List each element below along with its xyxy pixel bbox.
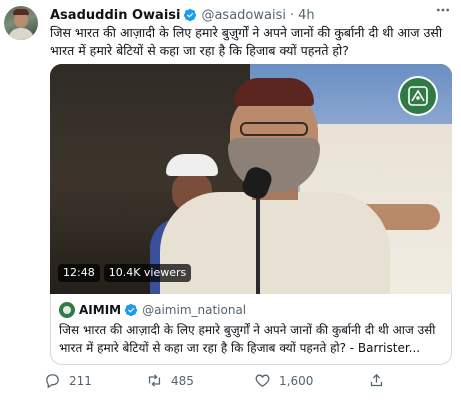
video-duration: 12:48 xyxy=(58,264,100,282)
share-icon xyxy=(370,373,383,387)
avatar-cap xyxy=(13,9,29,15)
separator-dot: · xyxy=(289,7,295,23)
tweet-card[interactable]: Asaduddin Owaisi @asadowaisi · 4h जिस भा… xyxy=(0,0,461,400)
like-count: 1,600 xyxy=(279,373,314,388)
more-options-icon[interactable] xyxy=(435,2,451,22)
reply-icon xyxy=(46,374,59,389)
quoted-avatar[interactable] xyxy=(59,302,75,318)
retweet-button[interactable]: 485 xyxy=(146,372,194,389)
video-player[interactable]: 12:48 10.4K viewers xyxy=(50,64,452,294)
verified-badge-icon xyxy=(184,8,197,22)
display-name[interactable]: Asaduddin Owaisi xyxy=(50,8,180,23)
reply-button[interactable]: 211 xyxy=(44,372,92,389)
aimim-logo-icon xyxy=(398,76,438,116)
video-viewers: 10.4K viewers xyxy=(103,264,192,282)
user-handle[interactable]: @asadowaisi xyxy=(201,8,286,23)
verified-badge-icon xyxy=(124,303,138,317)
retweet-count: 485 xyxy=(171,373,194,388)
quoted-display-name[interactable]: AIMIM xyxy=(79,303,121,317)
share-button[interactable] xyxy=(368,372,385,389)
retweet-icon xyxy=(148,374,161,387)
tweet-time[interactable]: 4h xyxy=(298,8,315,23)
quoted-tweet-text: जिस भारत की आज़ादी के लिए हमारे बुज़ुर्ग… xyxy=(59,323,436,355)
quoted-tweet-header: AIMIM @aimim_national xyxy=(59,302,246,318)
heart-icon xyxy=(255,374,270,387)
quoted-handle[interactable]: @aimim_national xyxy=(142,303,246,317)
tweet-text: जिस भारत की आज़ादी के लिए हमारे बुज़ुर्ग… xyxy=(50,25,443,58)
video-overlay: 12:48 10.4K viewers xyxy=(58,264,192,282)
more-horizontal-icon xyxy=(437,8,449,12)
reply-count: 211 xyxy=(69,373,92,388)
microphone-stand xyxy=(256,194,260,294)
avatar-body xyxy=(8,28,34,40)
tweet-header: Asaduddin Owaisi @asadowaisi · 4h xyxy=(50,6,315,24)
avatar[interactable] xyxy=(4,6,38,40)
tweet-actions: 211 485 1,600 xyxy=(44,372,404,392)
like-button[interactable]: 1,600 xyxy=(254,372,313,389)
video-speaker xyxy=(160,74,390,294)
quoted-tweet[interactable]: AIMIM @aimim_national जिस भारत की आज़ादी… xyxy=(50,294,452,365)
